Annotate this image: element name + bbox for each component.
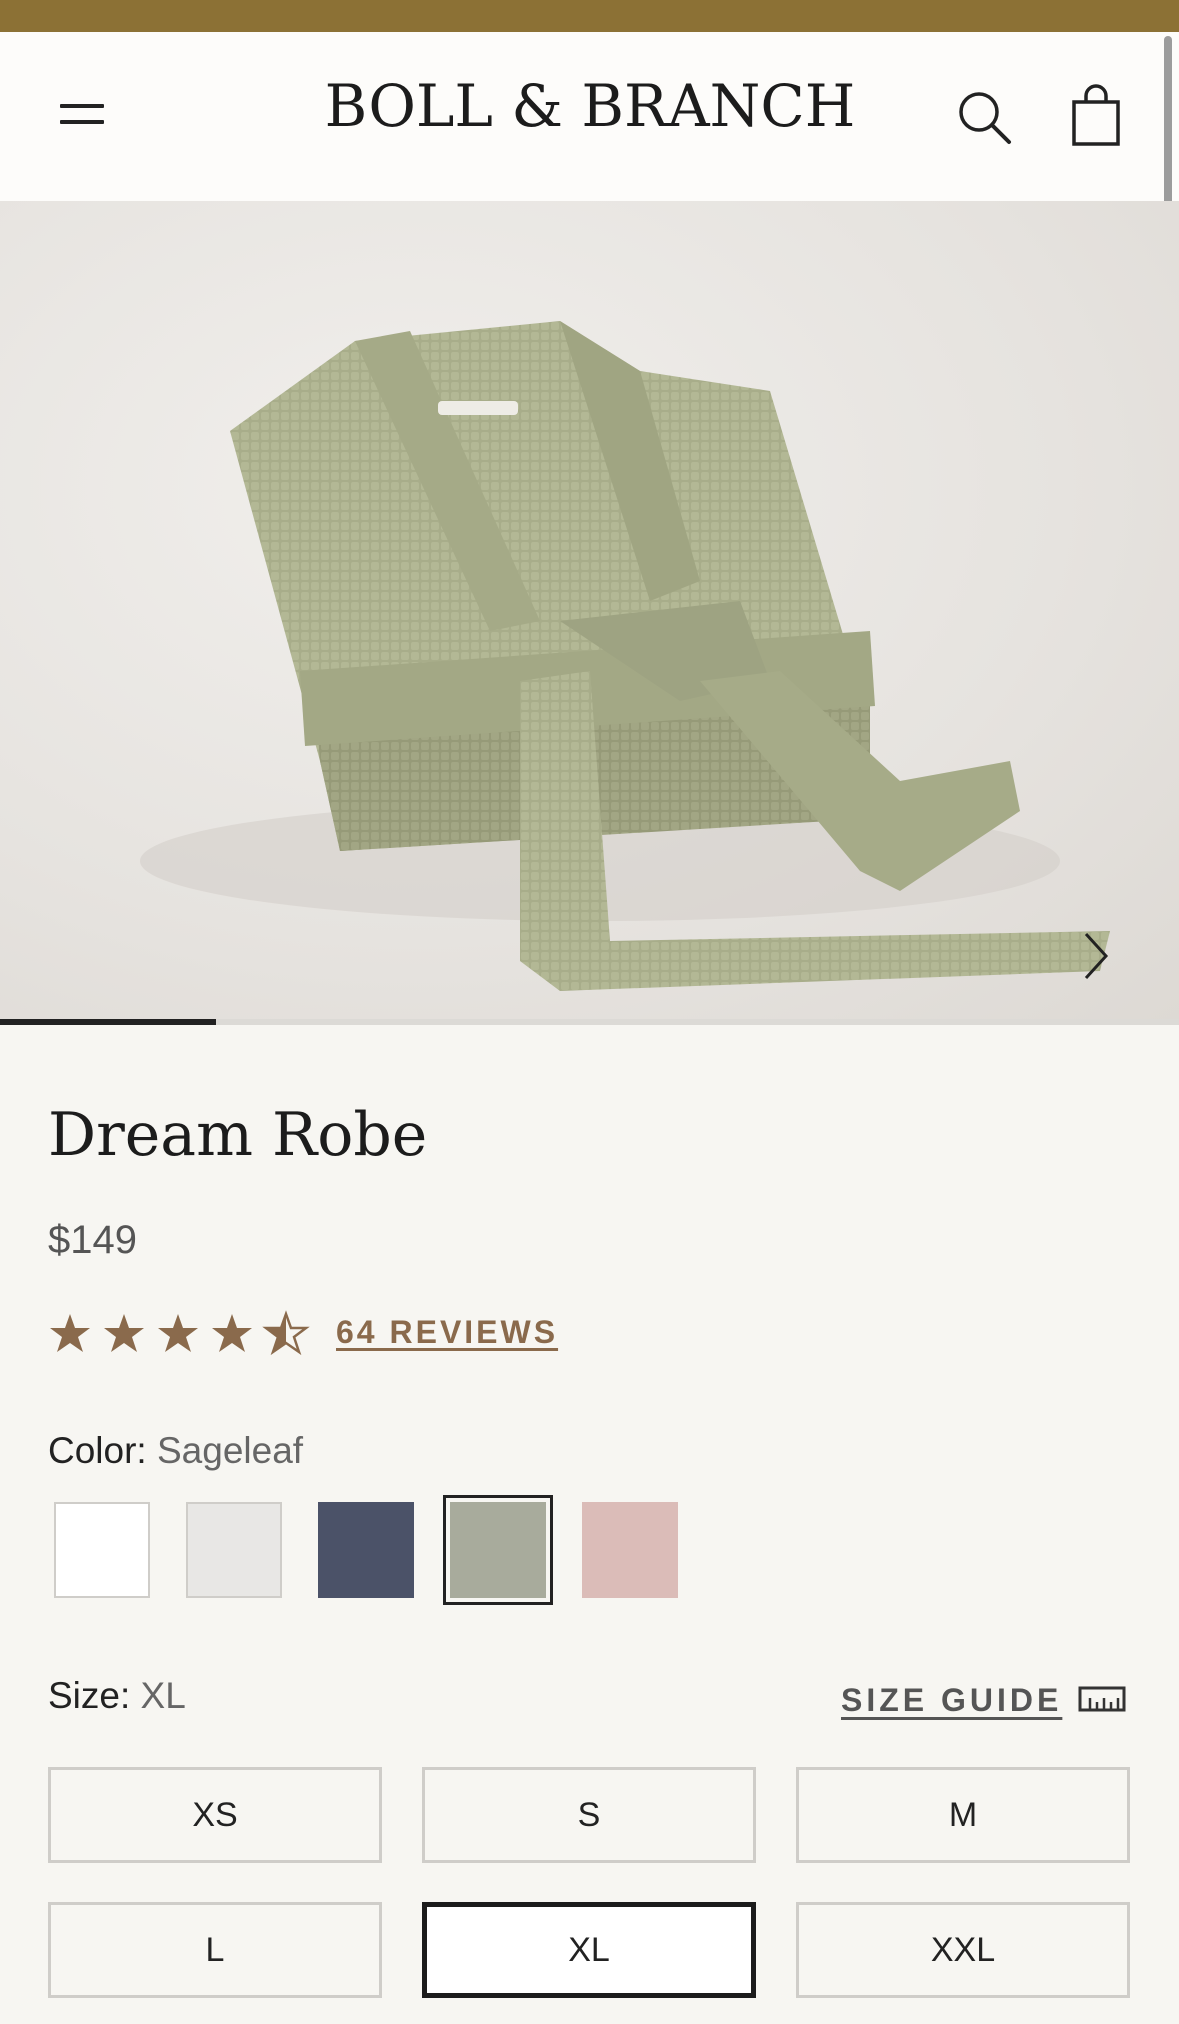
ruler-icon[interactable] bbox=[1078, 1684, 1126, 1714]
size-option-xxl[interactable]: XXL bbox=[796, 1902, 1130, 1998]
reviews-link[interactable]: 64 REVIEWS bbox=[336, 1314, 558, 1351]
rating-stars[interactable] bbox=[48, 1310, 312, 1356]
color-swatch-light-gray[interactable] bbox=[186, 1502, 282, 1598]
site-header: BOLL & BRANCH bbox=[0, 32, 1179, 201]
announcement-bar bbox=[0, 0, 1179, 32]
color-swatch-white[interactable] bbox=[54, 1502, 150, 1598]
color-selected-value: Sageleaf bbox=[156, 1430, 304, 1471]
star-icon bbox=[158, 1314, 198, 1352]
product-title: Dream Robe bbox=[48, 1100, 428, 1170]
color-swatch-navy[interactable] bbox=[318, 1502, 414, 1598]
color-swatch-sageleaf[interactable] bbox=[443, 1495, 553, 1605]
size-guide-link[interactable]: SIZE GUIDE bbox=[841, 1682, 1062, 1719]
product-price: $149 bbox=[48, 1218, 137, 1262]
half-star-icon bbox=[264, 1312, 308, 1354]
star-icon bbox=[104, 1314, 144, 1352]
color-swatch-blush[interactable] bbox=[582, 1502, 678, 1598]
size-option-xl[interactable]: XL bbox=[422, 1902, 756, 1998]
color-label: Color: Sageleaf bbox=[48, 1430, 303, 1472]
hamburger-menu-icon[interactable] bbox=[56, 94, 112, 138]
size-option-xs[interactable]: XS bbox=[48, 1767, 382, 1863]
size-label: Size: XL bbox=[48, 1675, 186, 1717]
shopping-bag-icon[interactable] bbox=[1068, 84, 1124, 148]
brand-logo[interactable]: BOLL & BRANCH bbox=[290, 72, 890, 140]
size-option-s[interactable]: S bbox=[422, 1767, 756, 1863]
size-label-text: Size: bbox=[48, 1675, 131, 1716]
star-icon bbox=[212, 1314, 252, 1352]
product-image[interactable] bbox=[0, 201, 1179, 1021]
robe-illustration bbox=[140, 321, 1110, 991]
chevron-right-icon[interactable] bbox=[1076, 926, 1116, 986]
size-option-l[interactable]: L bbox=[48, 1902, 382, 1998]
search-icon[interactable] bbox=[955, 88, 1015, 148]
gallery-progress-fill bbox=[0, 1019, 216, 1025]
star-icon bbox=[50, 1314, 90, 1352]
size-selected-value: XL bbox=[140, 1675, 186, 1716]
color-label-text: Color: bbox=[48, 1430, 147, 1471]
size-option-m[interactable]: M bbox=[796, 1767, 1130, 1863]
